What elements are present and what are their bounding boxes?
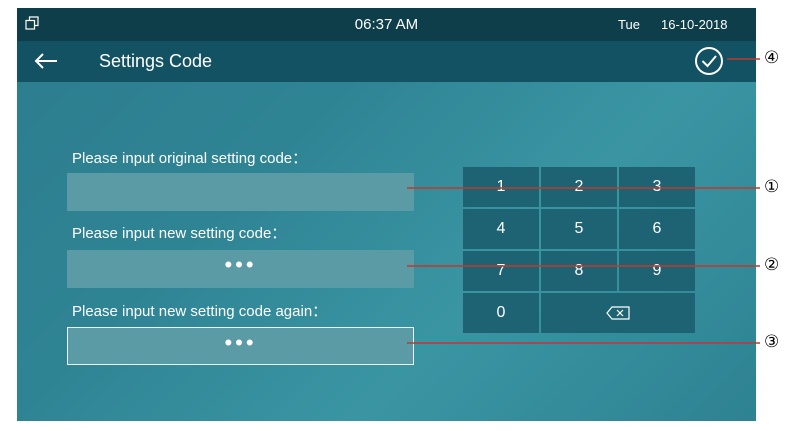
callout-marker-1: ①: [764, 177, 780, 197]
callout-marker-4: ④: [764, 48, 780, 68]
callout-lines: [407, 58, 760, 344]
callout-marker-3: ③: [764, 332, 780, 352]
callout-marker-2: ②: [764, 255, 780, 275]
